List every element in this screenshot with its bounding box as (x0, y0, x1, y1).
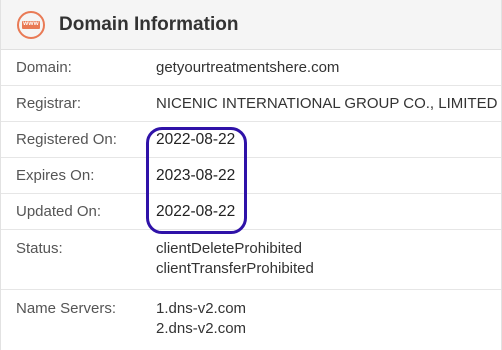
info-table: Domain: getyourtreatmentshere.com Regist… (1, 50, 501, 349)
name-servers-label: Name Servers: (16, 300, 117, 317)
status-values: clientDeleteProhibited clientTransferPro… (156, 239, 501, 279)
row-expires-on: Expires On: 2023-08-22 (1, 158, 501, 194)
registrar-value: NICENIC INTERNATIONAL GROUP CO., LIMITED (156, 95, 498, 112)
panel-header: www Domain Information (1, 0, 501, 50)
registrar-label: Registrar: (16, 95, 82, 112)
status-value: clientDeleteProhibited (156, 240, 302, 257)
registered-on-value: 2022-08-22 (156, 130, 236, 148)
expires-on-value: 2023-08-22 (156, 166, 236, 184)
www-icon-text: www (23, 20, 39, 28)
www-globe-icon: www (17, 10, 45, 39)
row-updated-on: Updated On: 2022-08-22 (1, 194, 501, 230)
status-value: clientTransferProhibited (156, 260, 314, 277)
row-registrar: Registrar: NICENIC INTERNATIONAL GROUP C… (1, 86, 501, 122)
updated-on-label: Updated On: (16, 203, 102, 220)
name-servers-values: 1.dns-v2.com 2.dns-v2.com (156, 299, 501, 339)
row-domain: Domain: getyourtreatmentshere.com (1, 50, 501, 86)
domain-label: Domain: (16, 59, 72, 76)
updated-on-value: 2022-08-22 (156, 202, 236, 220)
domain-value: getyourtreatmentshere.com (156, 59, 340, 76)
name-server-value: 2.dns-v2.com (156, 320, 247, 337)
row-registered-on: Registered On: 2022-08-22 (1, 122, 501, 158)
domain-info-panel: www Domain Information Domain: getyourtr… (0, 0, 502, 350)
name-server-value: 1.dns-v2.com (156, 300, 247, 317)
panel-title: Domain Information (59, 13, 239, 35)
row-status: Status: clientDeleteProhibited clientTra… (1, 230, 501, 290)
registered-on-label: Registered On: (16, 131, 117, 148)
expires-on-label: Expires On: (16, 167, 95, 184)
status-label: Status: (16, 240, 63, 257)
row-name-servers: Name Servers: 1.dns-v2.com 2.dns-v2.com (1, 290, 501, 349)
